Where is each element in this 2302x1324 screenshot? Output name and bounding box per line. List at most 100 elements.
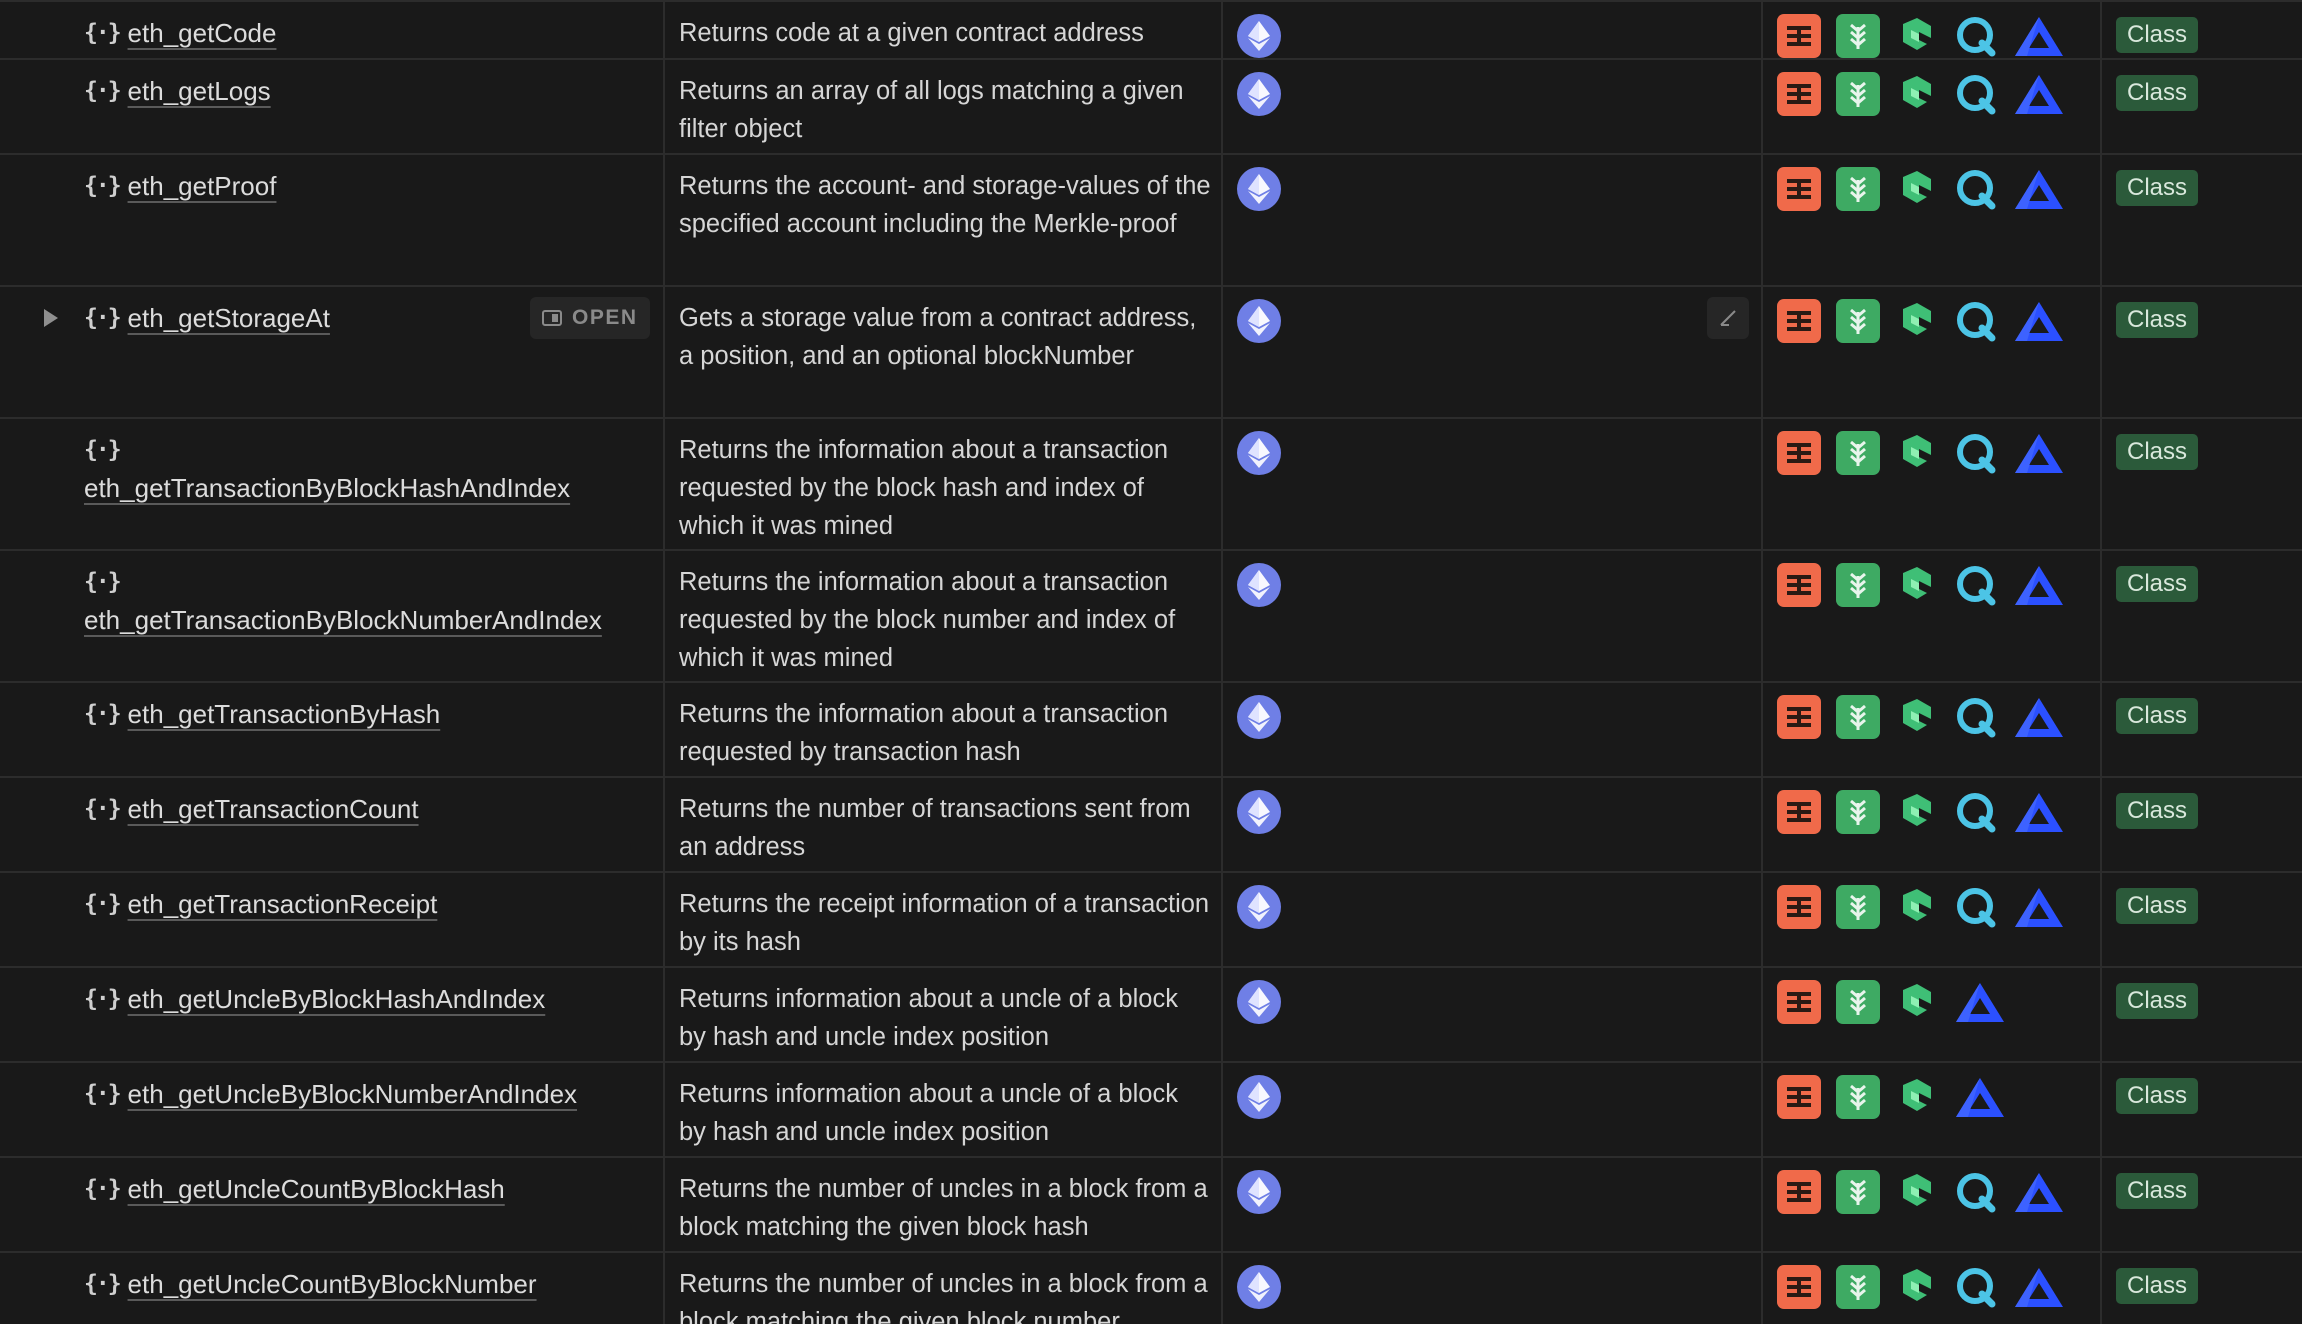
description-cell: Returns information about a uncle of a b… [665, 968, 1223, 1061]
chainstack-icon [1836, 695, 1880, 739]
ankr-icon [2013, 885, 2065, 929]
chainstack-icon [1836, 980, 1880, 1024]
ethereum-icon [1237, 1265, 1281, 1309]
chainstack-icon [1836, 1075, 1880, 1119]
chainstack-icon [1836, 1170, 1880, 1214]
providers-cell [1763, 1158, 2102, 1251]
type-cell: Class [2102, 1063, 2302, 1156]
type-cell: Class [2102, 778, 2302, 871]
description-cell: Returns the number of uncles in a block … [665, 1253, 1223, 1324]
quicknode-icon [1954, 790, 1998, 834]
description-cell: Gets a storage value from a contract add… [665, 287, 1223, 417]
description-cell: Returns an array of all logs matching a … [665, 60, 1223, 153]
providers-cell [1763, 419, 2102, 549]
alchemy-icon [1777, 1075, 1821, 1119]
alchemy-icon [1777, 790, 1821, 834]
alchemy-icon [1777, 1265, 1821, 1309]
class-tag: Class [2116, 302, 2199, 338]
table-row[interactable]: {·} eth_getUncleCountByBlockHash Returns t… [0, 1158, 2302, 1253]
method-name-link[interactable]: eth_getCode [128, 14, 277, 52]
quicknode-icon [1954, 167, 1998, 211]
method-name-cell: {·} eth_getTransactionByBlockHashAndIndex [0, 419, 665, 549]
table-row[interactable]: {·} eth_getTransactionCount Returns the nu… [0, 778, 2302, 873]
alchemy-icon [1777, 695, 1821, 739]
getblock-icon [1895, 885, 1939, 929]
method-name-link[interactable]: eth_getLogs [128, 72, 271, 110]
ankr-icon [2013, 299, 2065, 343]
method-name-link[interactable]: eth_getUncleByBlockNumberAndIndex [128, 1075, 577, 1113]
json-braces-icon: {·} [84, 1176, 122, 1202]
network-cell [1223, 683, 1763, 776]
table-row[interactable]: {·} eth_getStorageAt OPEN Gets a storage va… [0, 287, 2302, 419]
class-tag: Class [2116, 983, 2199, 1019]
method-name-link[interactable]: eth_getUncleByBlockHashAndIndex [128, 980, 546, 1018]
table-row[interactable]: {·} eth_getProof Returns the account- and … [0, 155, 2302, 287]
ethereum-icon [1237, 790, 1281, 834]
providers-cell [1763, 551, 2102, 681]
json-braces-icon: {·} [84, 569, 122, 595]
json-braces-icon: {·} [84, 1271, 122, 1297]
method-name-link[interactable]: eth_getUncleCountByBlockNumber [128, 1265, 537, 1303]
method-name-link[interactable]: eth_getTransactionCount [128, 790, 419, 828]
chainstack-icon [1836, 790, 1880, 834]
ethereum-icon [1237, 1075, 1281, 1119]
edit-icon[interactable] [1707, 297, 1749, 339]
chainstack-icon [1836, 299, 1880, 343]
json-braces-icon: {·} [84, 796, 122, 822]
network-cell [1223, 2, 1763, 58]
method-name-cell: {·} eth_getProof [0, 155, 665, 285]
table-row[interactable]: {·} eth_getTransactionByHash Returns the i… [0, 683, 2302, 778]
method-name-link[interactable]: eth_getTransactionReceipt [128, 885, 438, 923]
providers-cell [1763, 683, 2102, 776]
table-row[interactable]: {·} eth_getTransactionByBlockNumberAndInd… [0, 551, 2302, 683]
alchemy-icon [1777, 885, 1821, 929]
quicknode-icon [1954, 72, 1998, 116]
ankr-icon [2013, 14, 2065, 58]
getblock-icon [1895, 790, 1939, 834]
json-braces-icon: {·} [84, 20, 122, 46]
method-name-cell: {·} eth_getUncleCountByBlockNumber [0, 1253, 665, 1324]
providers-cell [1763, 2, 2102, 58]
chainstack-icon [1836, 167, 1880, 211]
table-row[interactable]: {·} eth_getTransactionReceipt Returns the … [0, 873, 2302, 968]
getblock-icon [1895, 1265, 1939, 1309]
class-tag: Class [2116, 566, 2199, 602]
description-cell: Returns the account- and storage-values … [665, 155, 1223, 285]
network-cell [1223, 419, 1763, 549]
method-name-link[interactable]: eth_getTransactionByBlockHashAndIndex [84, 469, 663, 507]
table-row[interactable]: {·} eth_getUncleCountByBlockNumber Returns… [0, 1253, 2302, 1324]
method-name-link[interactable]: eth_getUncleCountByBlockHash [128, 1170, 505, 1208]
table-row[interactable]: {·} eth_getLogs Returns an array of all lo… [0, 60, 2302, 155]
method-name-cell: {·} eth_getLogs [0, 60, 665, 153]
getblock-icon [1895, 167, 1939, 211]
table-row[interactable]: {·} eth_getTransactionByBlockHashAndIndex… [0, 419, 2302, 551]
json-braces-icon: {·} [84, 701, 122, 727]
method-name-link[interactable]: eth_getTransactionByBlockNumberAndIndex [84, 601, 663, 639]
network-cell [1223, 1158, 1763, 1251]
network-cell [1223, 1253, 1763, 1324]
ankr-icon [2013, 563, 2065, 607]
description-cell: Returns the receipt information of a tra… [665, 873, 1223, 966]
method-name-link[interactable]: eth_getTransactionByHash [128, 695, 441, 733]
method-name-link[interactable]: eth_getStorageAt [128, 299, 330, 337]
ethereum-icon [1237, 72, 1281, 116]
type-cell: Class [2102, 60, 2302, 153]
alchemy-icon [1777, 72, 1821, 116]
table-row[interactable]: {·} eth_getUncleByBlockHashAndIndex Return… [0, 968, 2302, 1063]
network-cell [1223, 778, 1763, 871]
expand-toggle-icon[interactable] [44, 309, 58, 327]
quicknode-icon [1954, 885, 1998, 929]
quicknode-icon [1954, 563, 1998, 607]
method-name-link[interactable]: eth_getProof [128, 167, 277, 205]
open-page-button[interactable]: OPEN [530, 297, 650, 339]
table-row[interactable]: {·} eth_getUncleByBlockNumberAndIndex Retu… [0, 1063, 2302, 1158]
getblock-icon [1895, 1075, 1939, 1119]
json-braces-icon: {·} [84, 78, 122, 104]
providers-cell [1763, 155, 2102, 285]
type-cell: Class [2102, 2, 2302, 58]
class-tag: Class [2116, 75, 2199, 111]
ankr-icon [2013, 790, 2065, 834]
description-cell: Returns code at a given contract address [665, 2, 1223, 58]
table-row[interactable]: {·} eth_getCode Returns code at a given co… [0, 2, 2302, 60]
chainstack-icon [1836, 431, 1880, 475]
